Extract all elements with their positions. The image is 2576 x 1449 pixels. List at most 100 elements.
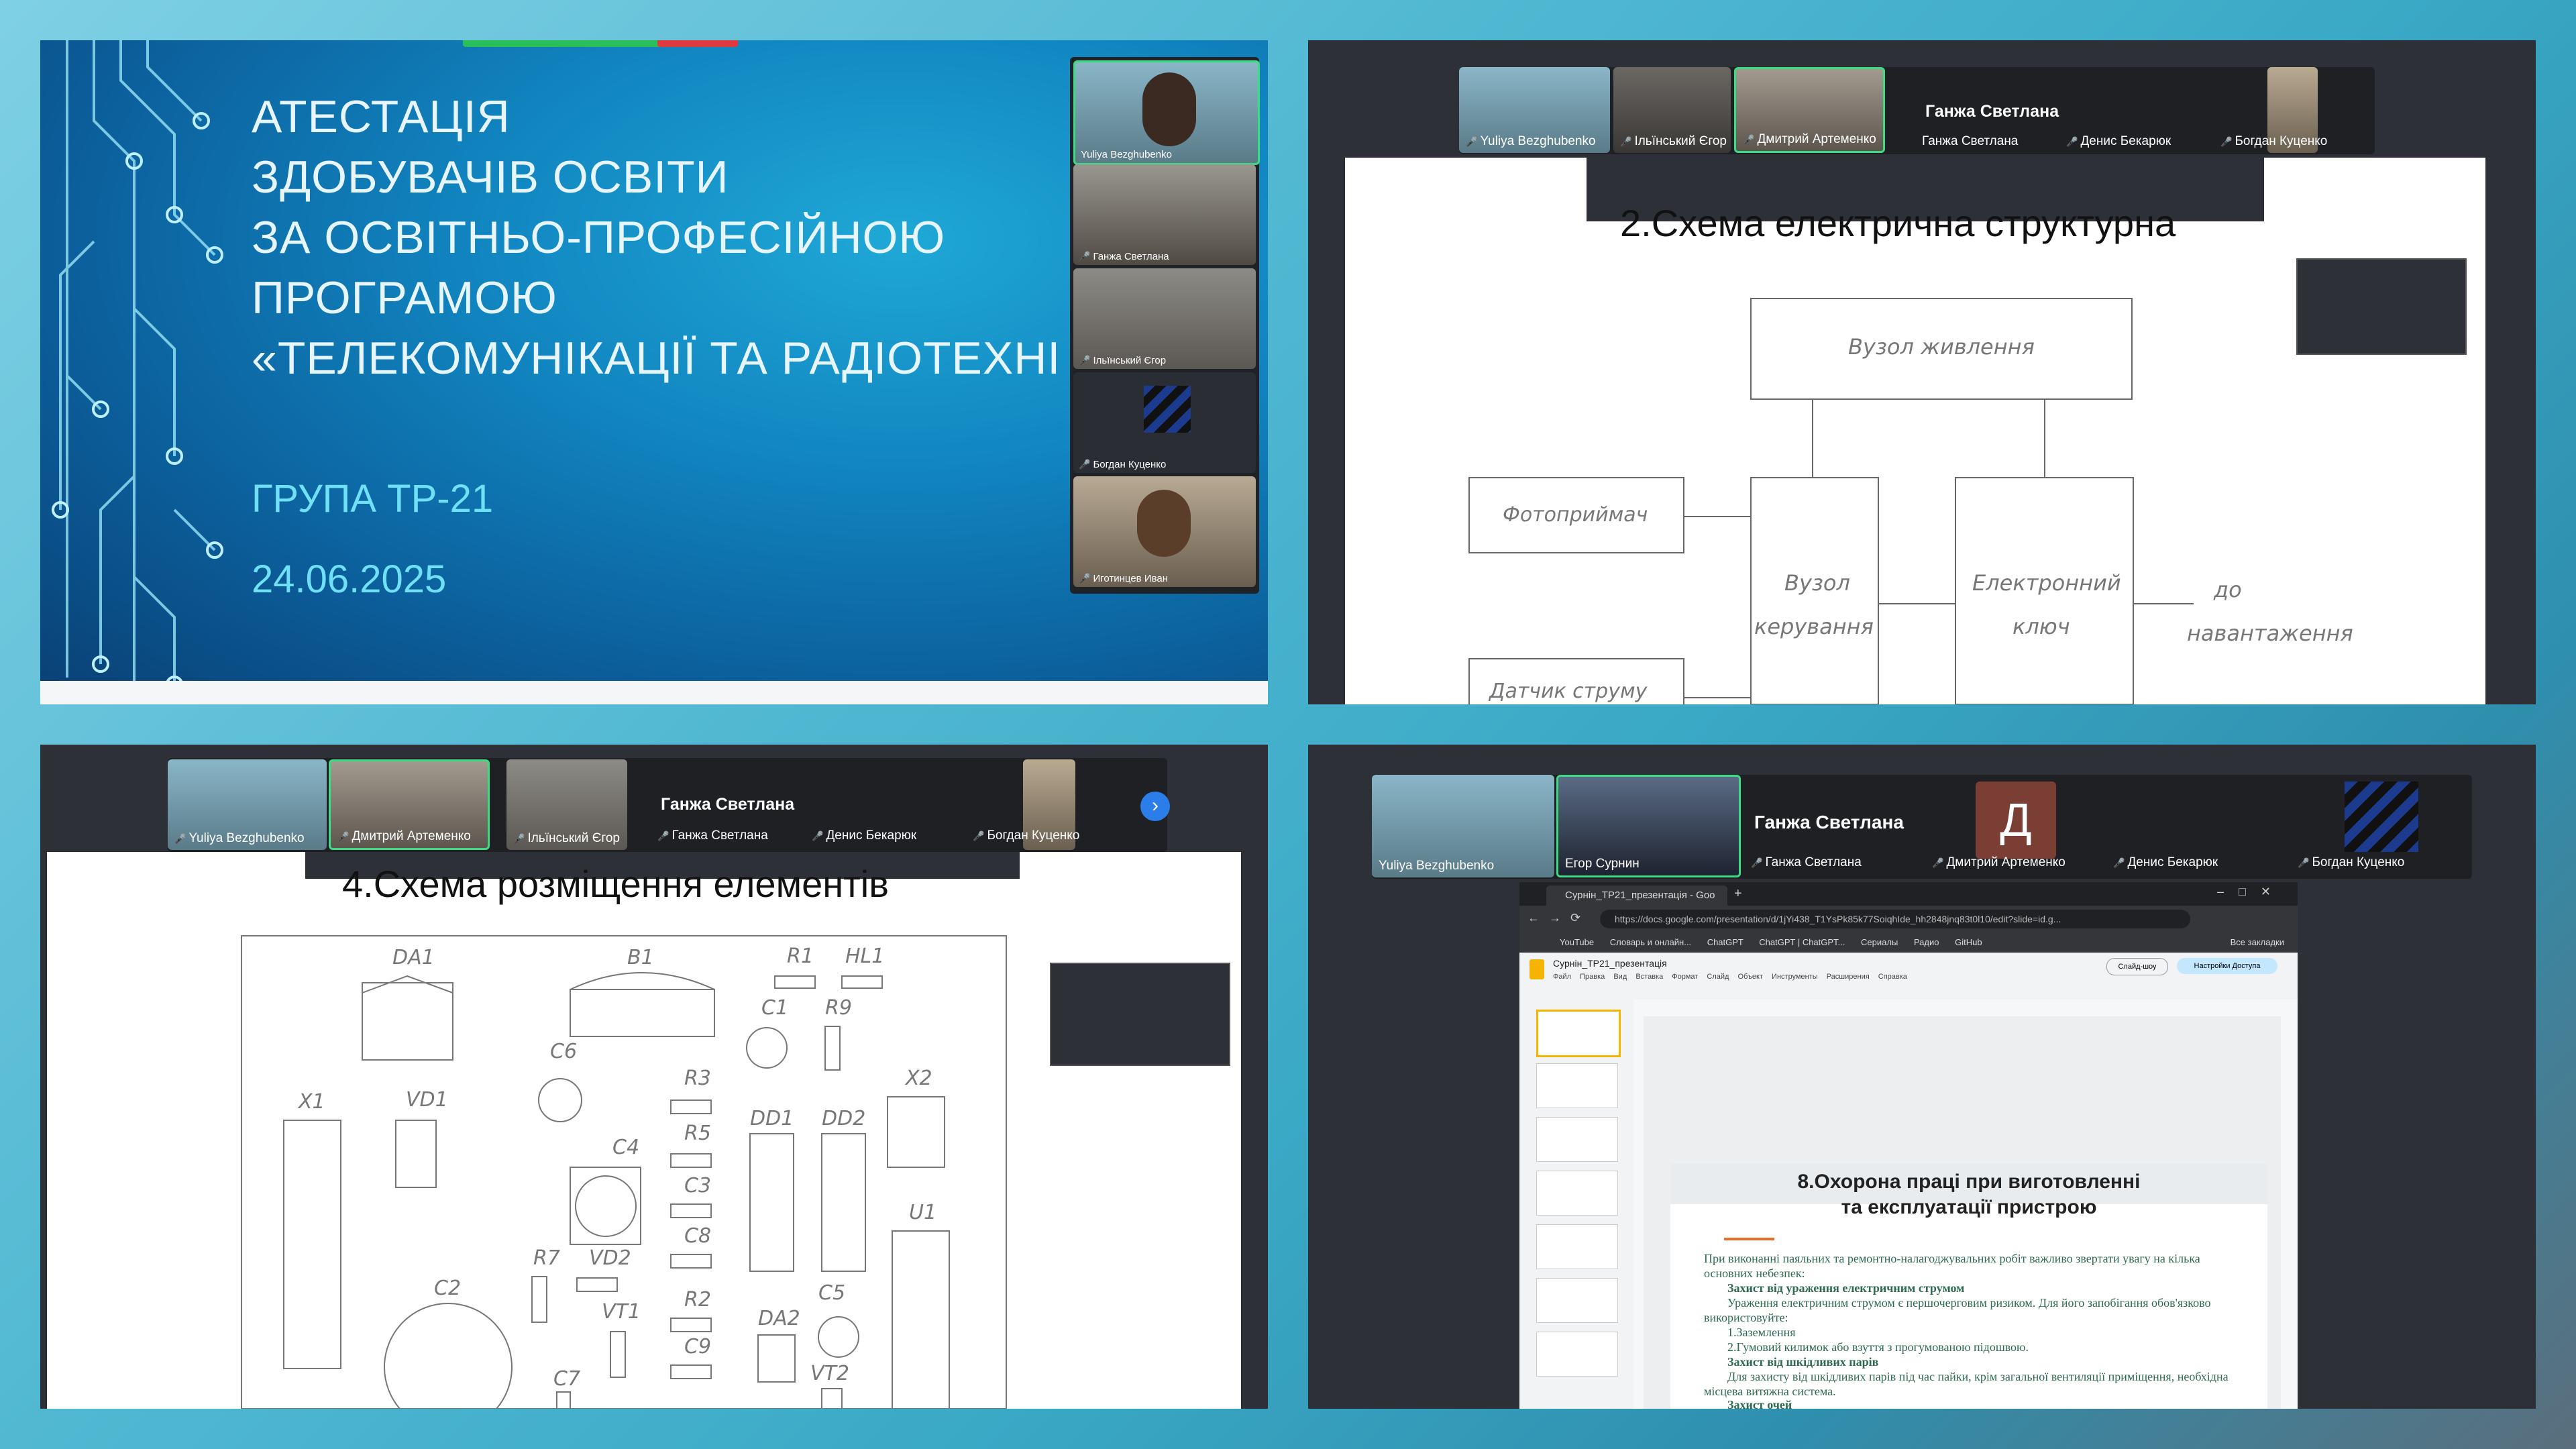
block-power: Вузол живлення	[1848, 334, 2035, 360]
slide-text-line: 1.Заземлення	[1727, 1326, 1796, 1339]
menu-item[interactable]: Справка	[1878, 973, 1907, 981]
participant-name: Ганжа Светлана	[1093, 251, 1169, 262]
block-load-line-2: навантаження	[2187, 621, 2353, 646]
meeting-panel-layout: 🎤 Yuliya Bezghubenko 🎤 Дмитрий Артеменко 🎤…	[40, 745, 1268, 1409]
participant-tile[interactable]: Yuliya Bezghubenko	[1073, 60, 1260, 165]
browser-tab[interactable]: Сурнін_ТР21_презентація - Goo	[1546, 885, 1727, 906]
bookmark-item[interactable]: ChatGPT	[1707, 937, 1743, 947]
new-tab-icon[interactable]: +	[1734, 886, 1742, 902]
slide-title-line-1: АТЕСТАЦІЯ	[252, 91, 511, 142]
bookmark-item[interactable]: Все закладки	[2231, 932, 2284, 953]
participant-column: Yuliya Bezghubenko 🎤 Ганжа Светлана 🎤 Ільї…	[1070, 57, 1260, 594]
slide-thumbnail[interactable]	[1536, 1278, 1618, 1323]
nav-arrows-icon[interactable]: ←→⟳	[1527, 911, 1590, 925]
menu-item[interactable]: Слайд	[1707, 973, 1729, 981]
participant-tile[interactable]: 🎤 Иготинцев Иван	[1073, 476, 1256, 587]
mic-muted-icon: 🎤	[1079, 355, 1091, 366]
block-control-line-1: Вузол	[1784, 570, 1850, 596]
participant-name: 🎤 Денис Бекарюк	[2113, 855, 2218, 869]
menu-item[interactable]: Формат	[1672, 973, 1698, 981]
participant-name: 🎤 Дмитрий Артеменко	[1932, 855, 2065, 869]
bookmark-item[interactable]: Радио	[1914, 937, 1939, 947]
block-load-line-1: до	[2214, 577, 2242, 602]
doc-title[interactable]: Сурнін_ТР21_презентація	[1553, 958, 1667, 969]
slides-logo-icon	[1529, 959, 1544, 979]
slide-thumbnail[interactable]	[1536, 1010, 1621, 1057]
component-label: R5	[684, 1122, 711, 1145]
menu-item[interactable]: Расширения	[1827, 973, 1870, 981]
participant-tile[interactable]: 🎤 Ільїнський Єгор	[1073, 268, 1256, 369]
window-controls-icon[interactable]: –□✕	[2217, 885, 2286, 899]
slide-text-line: основних небезпек:	[1704, 1267, 1805, 1280]
browser-tabbar: Сурнін_ТР21_презентація - Goo + –□✕	[1519, 882, 2298, 906]
component-label: R1	[787, 945, 814, 968]
slide-title-line-5: «ТЕЛЕКОМУНІКАЦІЇ ТА РАДІОТЕХНІ	[252, 333, 1061, 384]
component-label: R2	[684, 1288, 711, 1311]
participant-tile-active[interactable]: Егор Сурнин	[1556, 775, 1741, 877]
component-label: X2	[906, 1067, 932, 1090]
slide-thumbnail[interactable]	[1536, 1117, 1618, 1162]
bookmark-item[interactable]: ChatGPT | ChatGPT...	[1759, 937, 1845, 947]
slide-canvas: 8.Охорона праці при виготовленні та експ…	[1644, 1016, 2281, 1409]
component-label: DD1	[750, 1107, 794, 1130]
slide-page: 8.Охорона праці при виготовленні та експ…	[1670, 1164, 2267, 1409]
slideshow-button[interactable]: Слайд-шоу	[2106, 958, 2168, 975]
block-diagram	[1468, 298, 2194, 704]
menu-item[interactable]: Вид	[1613, 973, 1627, 981]
docs-header: Сурнін_ТР21_презентація Файл Правка Вид …	[1519, 953, 2298, 1000]
menu-item[interactable]: Правка	[1580, 973, 1605, 981]
participant-name: Ільїнський Єгор	[1093, 355, 1167, 366]
component-label: X1	[299, 1090, 325, 1114]
slide-text-line: Захист очей	[1727, 1398, 1792, 1409]
participant-tile[interactable]: 🎤 Ганжа Светлана	[1073, 164, 1256, 265]
slide-title-line-2: та експлуатації пристрою	[1841, 1196, 2097, 1218]
component-label: VT2	[810, 1362, 849, 1385]
slide-thumbnail[interactable]	[1536, 1332, 1618, 1377]
slide-text-line: використовуйте:	[1704, 1311, 1788, 1324]
participant-name: Yuliya Bezghubenko	[1081, 149, 1172, 160]
menu-item[interactable]: Файл	[1553, 973, 1571, 981]
block-photo: Фотоприймач	[1503, 503, 1648, 527]
screen-share-bar[interactable]	[463, 40, 664, 47]
share-button[interactable]: Настройки Доступа	[2177, 958, 2277, 974]
block-sensor: Датчик струму	[1489, 680, 1648, 703]
date-label: 24.06.2025	[252, 557, 447, 601]
block-control-line-2: керування	[1754, 614, 1874, 639]
stop-share-button[interactable]	[657, 40, 738, 47]
bookmark-item[interactable]: Сериалы	[1861, 937, 1898, 947]
bookmark-item[interactable]: Словарь и онлайн...	[1610, 937, 1691, 947]
avatar-image	[2345, 782, 2418, 852]
person-avatar	[1137, 490, 1191, 557]
component-layout-drawing	[241, 935, 1007, 1409]
meeting-panel-browser: Yuliya Bezghubenko Егор Сурнин Ганжа Све…	[1308, 745, 2536, 1409]
component-label: HL1	[845, 945, 885, 968]
component-label: C3	[684, 1174, 712, 1197]
speaker-name: Ганжа Светлана	[1754, 812, 1904, 833]
menu-item[interactable]: Объект	[1738, 973, 1763, 981]
address-bar[interactable]: https://docs.google.com/presentation/d/1…	[1600, 910, 2190, 928]
bookmark-item[interactable]: GitHub	[1955, 937, 1982, 947]
bookmark-item[interactable]: YouTube	[1560, 937, 1594, 947]
component-label: C9	[684, 1335, 712, 1358]
slide-thumbnail[interactable]	[1536, 1224, 1618, 1269]
component-label: DA1	[392, 946, 435, 969]
slide-bottom-bar	[40, 681, 1268, 704]
participant-tile[interactable]: 🎤 Богдан Куценко	[1073, 372, 1256, 473]
person-avatar	[1142, 72, 1196, 146]
menu-item[interactable]: Вставка	[1635, 973, 1663, 981]
block-switch-line-1: Електронний	[1972, 570, 2121, 596]
browser-toolbar: ←→⟳ https://docs.google.com/presentation…	[1519, 906, 2298, 932]
menu-item[interactable]: Инструменты	[1772, 973, 1818, 981]
group-label: ГРУПА ТР-21	[252, 477, 494, 521]
meeting-panel-structural: 🎤 Yuliya Bezghubenko 🎤 Ільїнський Єгор 🎤 Дм…	[1308, 40, 2536, 704]
slide-text-line: Для захисту від шкідливих парів під час …	[1727, 1370, 2229, 1383]
avatar-letter-tile[interactable]: Д	[1976, 782, 2056, 859]
component-label: R7	[533, 1246, 560, 1270]
participant-tile[interactable]: Yuliya Bezghubenko	[1372, 775, 1554, 877]
component-label: U1	[909, 1201, 937, 1224]
slide-thumbnail[interactable]	[1536, 1063, 1618, 1108]
slide-thumbnail[interactable]	[1536, 1171, 1618, 1216]
component-label: VD2	[589, 1246, 631, 1270]
participant-name: Yuliya Bezghubenko	[1379, 859, 1495, 873]
participant-name: 🎤 Ганжа Светлана	[1751, 855, 1862, 869]
